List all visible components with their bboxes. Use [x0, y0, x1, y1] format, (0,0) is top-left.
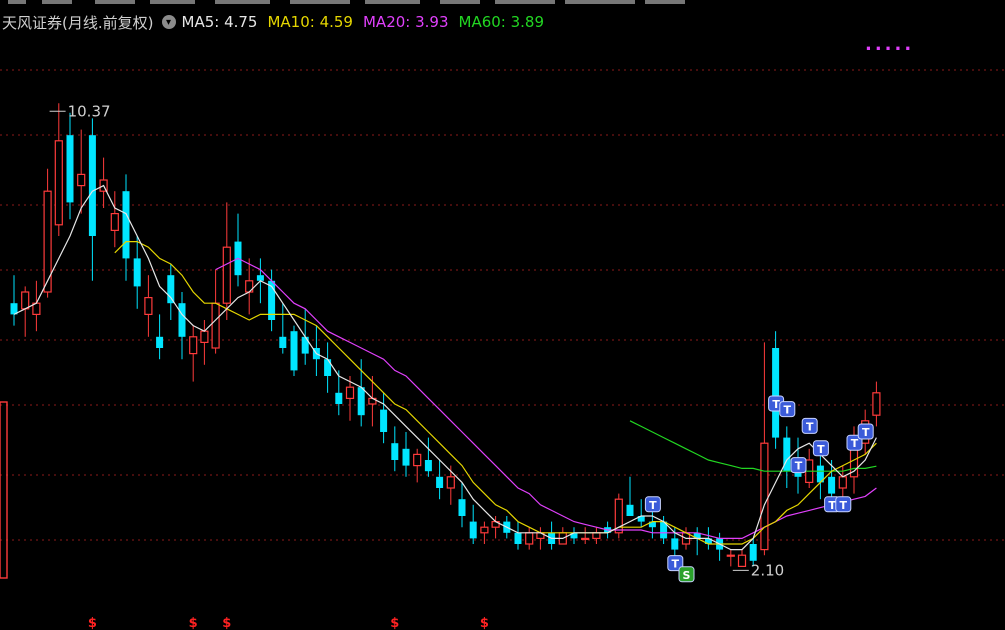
candle-body [156, 336, 164, 348]
candle-body [211, 302, 220, 349]
bottom-marker: $ [390, 616, 399, 630]
candle-body [122, 191, 130, 259]
signal-badge-label: T [672, 558, 680, 571]
signal-badge-label: S [683, 569, 691, 582]
candle-body [66, 135, 74, 203]
candle-body [480, 526, 489, 534]
signal-badge-label: T [806, 420, 814, 433]
candle-partial [0, 401, 8, 579]
candle-body [345, 386, 355, 400]
candle-body [626, 504, 634, 516]
signal-badge-label: T [840, 499, 848, 512]
candle-body [256, 275, 264, 281]
candle-body [200, 330, 209, 344]
signal-badge-label: T [862, 426, 870, 439]
candle-body [144, 297, 153, 316]
candle-body [335, 392, 343, 404]
candle-body [514, 532, 522, 544]
candle-body [424, 460, 432, 472]
candle-body [222, 246, 231, 304]
candle-body [110, 213, 119, 232]
candle-body [828, 476, 836, 494]
signal-badge-label: T [649, 499, 657, 512]
candle-body [525, 532, 534, 545]
candle-body [749, 544, 757, 561]
bottom-marker: $ [189, 616, 198, 630]
candle-body [772, 348, 780, 438]
candle-body [726, 554, 735, 557]
candle-body [402, 448, 410, 466]
candle-body [592, 532, 601, 539]
signal-badge-label: T [784, 404, 792, 417]
min-price-label: 2.10 [751, 561, 784, 579]
signal-badge-label: T [772, 398, 780, 411]
candlestick-chart[interactable]: 10.372.10TTST TTTTT TTT$ $ $ $ $ [0, 0, 1005, 630]
candle-body [357, 387, 365, 416]
max-price-label: 10.37 [68, 102, 111, 120]
candle-body [737, 554, 747, 568]
bottom-marker: $ [222, 616, 231, 630]
candle-body [760, 442, 769, 551]
candle-body [391, 443, 399, 460]
signal-badge-label: T [851, 437, 859, 450]
candle-body [458, 499, 466, 516]
candle-body [301, 336, 309, 354]
ma5-line [13, 184, 877, 551]
candle-body [446, 476, 455, 489]
candle-body [838, 476, 847, 489]
candle-body [380, 409, 388, 432]
candle-body [469, 521, 477, 539]
candle-body [290, 331, 298, 371]
candle-body [21, 291, 30, 310]
candle-body [54, 140, 63, 226]
candle-body [872, 392, 881, 416]
candle-body [77, 173, 86, 187]
signal-badge-label: T [795, 460, 803, 473]
candle-body [279, 336, 287, 348]
candle-body [581, 537, 590, 541]
candle-body [133, 258, 141, 287]
bottom-marker: $ [88, 616, 97, 630]
candle-body [189, 336, 198, 355]
candle-body [88, 135, 96, 236]
candle-body [671, 538, 679, 550]
ma60-line [629, 420, 877, 472]
candle-body [413, 453, 422, 467]
candle-body [324, 359, 332, 376]
bottom-marker: $ [480, 616, 489, 630]
candle-body [178, 303, 186, 337]
signal-badge-label: T [817, 443, 825, 456]
candle-body [436, 476, 444, 488]
signal-badge-label: T [828, 499, 836, 512]
candle-body [167, 275, 175, 304]
